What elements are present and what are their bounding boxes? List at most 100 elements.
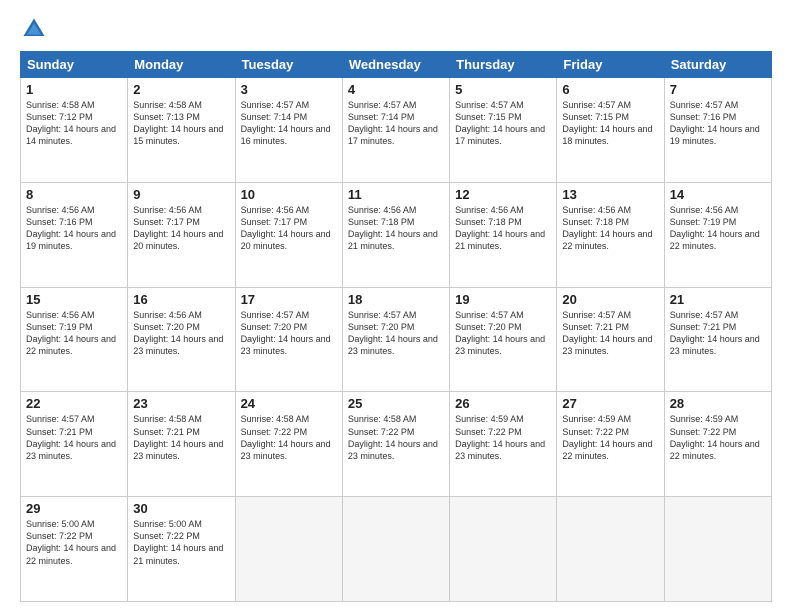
calendar-cell: 24 Sunrise: 4:58 AM Sunset: 7:22 PM Dayl…: [235, 392, 342, 497]
cell-details: Sunrise: 4:57 AM Sunset: 7:20 PM Dayligh…: [455, 309, 551, 358]
day-number: 14: [670, 187, 766, 202]
calendar-cell: 5 Sunrise: 4:57 AM Sunset: 7:15 PM Dayli…: [450, 78, 557, 183]
calendar-cell: 27 Sunrise: 4:59 AM Sunset: 7:22 PM Dayl…: [557, 392, 664, 497]
cell-details: Sunrise: 4:57 AM Sunset: 7:20 PM Dayligh…: [241, 309, 337, 358]
calendar-cell: 6 Sunrise: 4:57 AM Sunset: 7:15 PM Dayli…: [557, 78, 664, 183]
cell-details: Sunrise: 5:00 AM Sunset: 7:22 PM Dayligh…: [133, 518, 229, 567]
calendar-cell: 10 Sunrise: 4:56 AM Sunset: 7:17 PM Dayl…: [235, 182, 342, 287]
day-number: 15: [26, 292, 122, 307]
day-number: 6: [562, 82, 658, 97]
calendar-cell: 2 Sunrise: 4:58 AM Sunset: 7:13 PM Dayli…: [128, 78, 235, 183]
calendar-cell: 28 Sunrise: 4:59 AM Sunset: 7:22 PM Dayl…: [664, 392, 771, 497]
logo: [20, 15, 52, 43]
day-number: 3: [241, 82, 337, 97]
day-number: 17: [241, 292, 337, 307]
calendar-week-4: 22 Sunrise: 4:57 AM Sunset: 7:21 PM Dayl…: [21, 392, 772, 497]
weekday-header-wednesday: Wednesday: [342, 52, 449, 78]
day-number: 1: [26, 82, 122, 97]
cell-details: Sunrise: 4:58 AM Sunset: 7:13 PM Dayligh…: [133, 99, 229, 148]
day-number: 8: [26, 187, 122, 202]
weekday-header-monday: Monday: [128, 52, 235, 78]
weekday-header-sunday: Sunday: [21, 52, 128, 78]
day-number: 10: [241, 187, 337, 202]
calendar-week-5: 29 Sunrise: 5:00 AM Sunset: 7:22 PM Dayl…: [21, 497, 772, 602]
calendar-cell: 17 Sunrise: 4:57 AM Sunset: 7:20 PM Dayl…: [235, 287, 342, 392]
weekday-header-thursday: Thursday: [450, 52, 557, 78]
day-number: 27: [562, 396, 658, 411]
calendar-cell: [235, 497, 342, 602]
day-number: 4: [348, 82, 444, 97]
calendar-cell: 25 Sunrise: 4:58 AM Sunset: 7:22 PM Dayl…: [342, 392, 449, 497]
day-number: 16: [133, 292, 229, 307]
calendar-week-1: 1 Sunrise: 4:58 AM Sunset: 7:12 PM Dayli…: [21, 78, 772, 183]
cell-details: Sunrise: 4:58 AM Sunset: 7:21 PM Dayligh…: [133, 413, 229, 462]
calendar-cell: 18 Sunrise: 4:57 AM Sunset: 7:20 PM Dayl…: [342, 287, 449, 392]
day-number: 18: [348, 292, 444, 307]
calendar-cell: 3 Sunrise: 4:57 AM Sunset: 7:14 PM Dayli…: [235, 78, 342, 183]
calendar-cell: 19 Sunrise: 4:57 AM Sunset: 7:20 PM Dayl…: [450, 287, 557, 392]
day-number: 9: [133, 187, 229, 202]
cell-details: Sunrise: 4:56 AM Sunset: 7:17 PM Dayligh…: [133, 204, 229, 253]
weekday-header-tuesday: Tuesday: [235, 52, 342, 78]
cell-details: Sunrise: 4:56 AM Sunset: 7:18 PM Dayligh…: [455, 204, 551, 253]
cell-details: Sunrise: 4:57 AM Sunset: 7:15 PM Dayligh…: [455, 99, 551, 148]
page: SundayMondayTuesdayWednesdayThursdayFrid…: [0, 0, 792, 612]
cell-details: Sunrise: 4:59 AM Sunset: 7:22 PM Dayligh…: [455, 413, 551, 462]
weekday-header-friday: Friday: [557, 52, 664, 78]
calendar-cell: 30 Sunrise: 5:00 AM Sunset: 7:22 PM Dayl…: [128, 497, 235, 602]
day-number: 13: [562, 187, 658, 202]
cell-details: Sunrise: 4:57 AM Sunset: 7:14 PM Dayligh…: [241, 99, 337, 148]
day-number: 7: [670, 82, 766, 97]
day-number: 21: [670, 292, 766, 307]
day-number: 2: [133, 82, 229, 97]
cell-details: Sunrise: 4:56 AM Sunset: 7:19 PM Dayligh…: [26, 309, 122, 358]
calendar-cell: 21 Sunrise: 4:57 AM Sunset: 7:21 PM Dayl…: [664, 287, 771, 392]
day-number: 23: [133, 396, 229, 411]
cell-details: Sunrise: 4:57 AM Sunset: 7:21 PM Dayligh…: [670, 309, 766, 358]
cell-details: Sunrise: 4:56 AM Sunset: 7:16 PM Dayligh…: [26, 204, 122, 253]
cell-details: Sunrise: 4:56 AM Sunset: 7:18 PM Dayligh…: [562, 204, 658, 253]
cell-details: Sunrise: 4:58 AM Sunset: 7:22 PM Dayligh…: [241, 413, 337, 462]
day-number: 11: [348, 187, 444, 202]
cell-details: Sunrise: 4:56 AM Sunset: 7:18 PM Dayligh…: [348, 204, 444, 253]
cell-details: Sunrise: 4:57 AM Sunset: 7:21 PM Dayligh…: [562, 309, 658, 358]
day-number: 12: [455, 187, 551, 202]
calendar-week-2: 8 Sunrise: 4:56 AM Sunset: 7:16 PM Dayli…: [21, 182, 772, 287]
day-number: 28: [670, 396, 766, 411]
day-number: 5: [455, 82, 551, 97]
cell-details: Sunrise: 4:59 AM Sunset: 7:22 PM Dayligh…: [670, 413, 766, 462]
calendar-cell: 7 Sunrise: 4:57 AM Sunset: 7:16 PM Dayli…: [664, 78, 771, 183]
calendar-cell: 22 Sunrise: 4:57 AM Sunset: 7:21 PM Dayl…: [21, 392, 128, 497]
calendar-cell: 15 Sunrise: 4:56 AM Sunset: 7:19 PM Dayl…: [21, 287, 128, 392]
calendar-cell: 20 Sunrise: 4:57 AM Sunset: 7:21 PM Dayl…: [557, 287, 664, 392]
day-number: 20: [562, 292, 658, 307]
cell-details: Sunrise: 4:58 AM Sunset: 7:12 PM Dayligh…: [26, 99, 122, 148]
cell-details: Sunrise: 4:57 AM Sunset: 7:20 PM Dayligh…: [348, 309, 444, 358]
cell-details: Sunrise: 4:57 AM Sunset: 7:14 PM Dayligh…: [348, 99, 444, 148]
cell-details: Sunrise: 4:56 AM Sunset: 7:19 PM Dayligh…: [670, 204, 766, 253]
calendar-cell: 12 Sunrise: 4:56 AM Sunset: 7:18 PM Dayl…: [450, 182, 557, 287]
calendar-cell: [664, 497, 771, 602]
calendar-cell: 29 Sunrise: 5:00 AM Sunset: 7:22 PM Dayl…: [21, 497, 128, 602]
calendar-cell: 13 Sunrise: 4:56 AM Sunset: 7:18 PM Dayl…: [557, 182, 664, 287]
day-number: 25: [348, 396, 444, 411]
cell-details: Sunrise: 4:57 AM Sunset: 7:21 PM Dayligh…: [26, 413, 122, 462]
day-number: 19: [455, 292, 551, 307]
weekday-header-saturday: Saturday: [664, 52, 771, 78]
calendar-cell: [557, 497, 664, 602]
calendar-cell: 23 Sunrise: 4:58 AM Sunset: 7:21 PM Dayl…: [128, 392, 235, 497]
cell-details: Sunrise: 4:57 AM Sunset: 7:16 PM Dayligh…: [670, 99, 766, 148]
day-number: 30: [133, 501, 229, 516]
cell-details: Sunrise: 5:00 AM Sunset: 7:22 PM Dayligh…: [26, 518, 122, 567]
calendar-cell: 11 Sunrise: 4:56 AM Sunset: 7:18 PM Dayl…: [342, 182, 449, 287]
cell-details: Sunrise: 4:57 AM Sunset: 7:15 PM Dayligh…: [562, 99, 658, 148]
calendar-week-3: 15 Sunrise: 4:56 AM Sunset: 7:19 PM Dayl…: [21, 287, 772, 392]
calendar-cell: 9 Sunrise: 4:56 AM Sunset: 7:17 PM Dayli…: [128, 182, 235, 287]
cell-details: Sunrise: 4:56 AM Sunset: 7:17 PM Dayligh…: [241, 204, 337, 253]
cell-details: Sunrise: 4:56 AM Sunset: 7:20 PM Dayligh…: [133, 309, 229, 358]
day-number: 22: [26, 396, 122, 411]
day-number: 26: [455, 396, 551, 411]
calendar-cell: 26 Sunrise: 4:59 AM Sunset: 7:22 PM Dayl…: [450, 392, 557, 497]
day-number: 24: [241, 396, 337, 411]
logo-icon: [20, 15, 48, 43]
